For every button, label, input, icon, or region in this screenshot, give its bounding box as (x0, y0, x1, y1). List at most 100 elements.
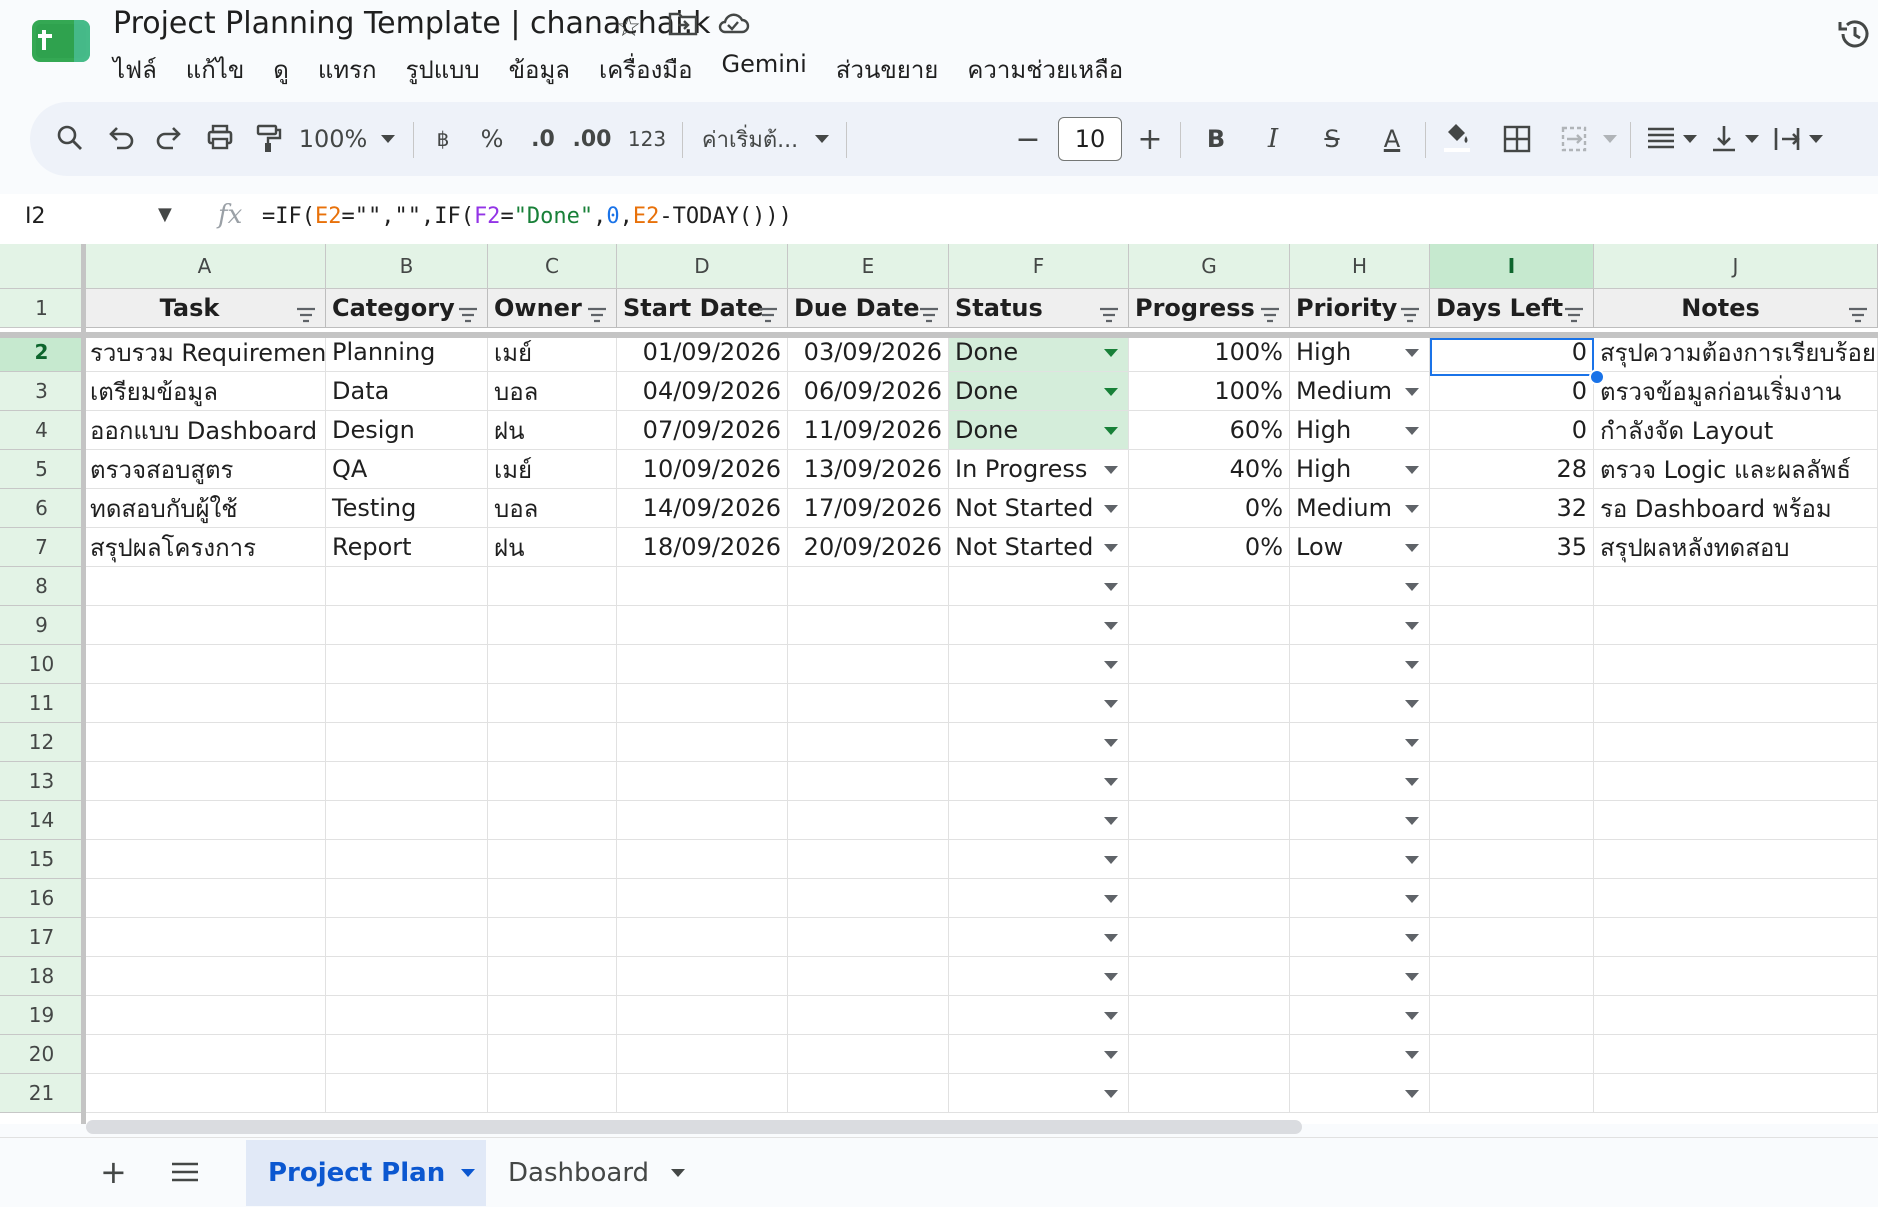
cell-d4[interactable]: 07/09/2026 (617, 411, 788, 450)
cell-d2[interactable]: 01/09/2026 (617, 333, 788, 372)
cell-a17[interactable] (84, 918, 326, 957)
menu-insert[interactable]: แทรก (318, 50, 377, 89)
menu-extensions[interactable]: ส่วนขยาย (836, 50, 939, 89)
fill-color-icon[interactable] (1436, 102, 1476, 176)
column-header-g[interactable]: G (1129, 244, 1290, 289)
cell-c6[interactable]: บอล (488, 489, 617, 528)
cell-g17[interactable] (1129, 918, 1290, 957)
cell-f19[interactable] (949, 996, 1129, 1035)
cell-b10[interactable] (326, 645, 488, 684)
cell-j6[interactable]: รอ Dashboard พร้อม (1594, 489, 1878, 528)
cell-c5[interactable]: เมย์ (488, 450, 617, 489)
cell-j9[interactable] (1594, 606, 1878, 645)
header-cell-a[interactable]: Task (84, 289, 326, 328)
cell-c12[interactable] (488, 723, 617, 762)
dropdown-arrow-icon[interactable] (1405, 544, 1419, 552)
cell-a5[interactable]: ตรวจสอบสูตร (84, 450, 326, 489)
frozen-row-divider[interactable] (0, 332, 1878, 338)
header-cell-b[interactable]: Category (326, 289, 488, 328)
font-size-input[interactable]: 10 (1058, 117, 1122, 161)
zoom-dropdown-icon[interactable] (376, 102, 400, 176)
cell-f8[interactable] (949, 567, 1129, 606)
column-header-f[interactable]: F (949, 244, 1129, 289)
cell-g2[interactable]: 100% (1129, 333, 1290, 372)
cell-d15[interactable] (617, 840, 788, 879)
row-header-11[interactable]: 11 (0, 684, 84, 723)
dropdown-arrow-icon[interactable] (1104, 1012, 1118, 1020)
cell-j20[interactable] (1594, 1035, 1878, 1074)
header-cell-j[interactable]: Notes (1594, 289, 1878, 328)
align-dropdown-icon[interactable] (1680, 102, 1700, 176)
cell-h2[interactable]: High (1290, 333, 1430, 372)
cell-g5[interactable]: 40% (1129, 450, 1290, 489)
cell-i3[interactable]: 0 (1430, 372, 1594, 411)
cell-j19[interactable] (1594, 996, 1878, 1035)
active-cell-selection[interactable] (1430, 338, 1594, 376)
cell-a15[interactable] (84, 840, 326, 879)
column-header-c[interactable]: C (488, 244, 617, 289)
cell-e14[interactable] (788, 801, 949, 840)
filter-icon[interactable] (1399, 302, 1421, 327)
cell-a13[interactable] (84, 762, 326, 801)
cell-j8[interactable] (1594, 567, 1878, 606)
cell-j3[interactable]: ตรวจข้อมูลก่อนเริ่มงาน (1594, 372, 1878, 411)
cell-e16[interactable] (788, 879, 949, 918)
dropdown-arrow-icon[interactable] (1405, 1012, 1419, 1020)
cell-i19[interactable] (1430, 996, 1594, 1035)
number-format-button[interactable]: 123 (622, 102, 672, 176)
cell-c19[interactable] (488, 996, 617, 1035)
cell-b5[interactable]: QA (326, 450, 488, 489)
header-cell-d[interactable]: Start Date (617, 289, 788, 328)
header-cell-c[interactable]: Owner (488, 289, 617, 328)
cell-i11[interactable] (1430, 684, 1594, 723)
cell-f7[interactable]: Not Started (949, 528, 1129, 567)
cell-a7[interactable]: สรุปผลโครงการ (84, 528, 326, 567)
dropdown-arrow-icon[interactable] (1104, 661, 1118, 669)
cell-a3[interactable]: เตรียมข้อมูล (84, 372, 326, 411)
cell-g7[interactable]: 0% (1129, 528, 1290, 567)
cell-a12[interactable] (84, 723, 326, 762)
filter-icon[interactable] (586, 302, 608, 327)
cell-g10[interactable] (1129, 645, 1290, 684)
cell-i14[interactable] (1430, 801, 1594, 840)
cell-d9[interactable] (617, 606, 788, 645)
row-header-21[interactable]: 21 (0, 1074, 84, 1113)
cell-f14[interactable] (949, 801, 1129, 840)
row-header-17[interactable]: 17 (0, 918, 84, 957)
cell-a21[interactable] (84, 1074, 326, 1113)
row-header-14[interactable]: 14 (0, 801, 84, 840)
menu-format[interactable]: รูปแบบ (406, 50, 480, 89)
cell-g15[interactable] (1129, 840, 1290, 879)
column-header-j[interactable]: J (1594, 244, 1878, 289)
column-header-a[interactable]: A (84, 244, 326, 289)
filter-icon[interactable] (1259, 302, 1281, 327)
cell-f12[interactable] (949, 723, 1129, 762)
cell-e5[interactable]: 13/09/2026 (788, 450, 949, 489)
cell-c15[interactable] (488, 840, 617, 879)
sheet-tab-dashboard[interactable]: Dashboard (508, 1140, 708, 1206)
cell-e7[interactable]: 20/09/2026 (788, 528, 949, 567)
dropdown-arrow-icon[interactable] (1405, 700, 1419, 708)
cell-h19[interactable] (1290, 996, 1430, 1035)
cell-h17[interactable] (1290, 918, 1430, 957)
valign-dropdown-icon[interactable] (1742, 102, 1762, 176)
cell-i4[interactable]: 0 (1430, 411, 1594, 450)
cell-j11[interactable] (1594, 684, 1878, 723)
merge-cells-icon[interactable] (1554, 102, 1594, 176)
select-all-corner[interactable] (0, 244, 84, 289)
menu-gemini[interactable]: Gemini (722, 50, 807, 89)
cell-g9[interactable] (1129, 606, 1290, 645)
dropdown-arrow-icon[interactable] (1104, 739, 1118, 747)
cell-f10[interactable] (949, 645, 1129, 684)
row-header-9[interactable]: 9 (0, 606, 84, 645)
cell-c20[interactable] (488, 1035, 617, 1074)
cell-b18[interactable] (326, 957, 488, 996)
cell-d21[interactable] (617, 1074, 788, 1113)
cell-f21[interactable] (949, 1074, 1129, 1113)
cell-d16[interactable] (617, 879, 788, 918)
cell-e20[interactable] (788, 1035, 949, 1074)
cell-e9[interactable] (788, 606, 949, 645)
cell-e4[interactable]: 11/09/2026 (788, 411, 949, 450)
column-header-e[interactable]: E (788, 244, 949, 289)
name-box-dropdown-icon[interactable]: ▼ (158, 204, 172, 225)
